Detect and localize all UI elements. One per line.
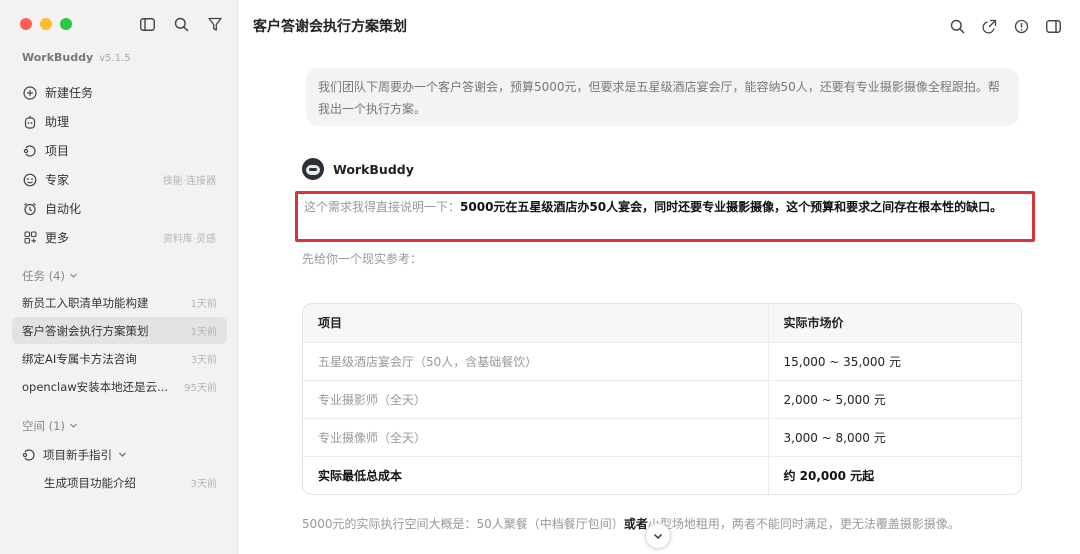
sidebar-toggle-icon[interactable]	[138, 15, 156, 33]
task-item[interactable]: 绑定AI专属卡方法咨询 3天前	[12, 345, 227, 372]
bottom-text-pre: 5000元的实际执行空间大概是：50人聚餐（中档餐厅包间）	[302, 517, 624, 531]
main-panel: 客户答谢会执行方案策划 我们团队下周要办一个客户答谢会，预算5000元，但要求是…	[238, 0, 1080, 554]
space-sub-item[interactable]: 生成项目功能介绍 3天前	[12, 469, 227, 496]
space-header-label: 空间 (1)	[22, 419, 65, 433]
maximize-window-button[interactable]	[60, 18, 72, 30]
table-row: 五星级酒店宴会厅（50人，含基础餐饮） 15,000 ~ 35,000 元	[303, 342, 1021, 381]
menu-item-project[interactable]: 项目	[14, 136, 224, 165]
column-header: 项目	[303, 304, 768, 343]
sidebar: WorkBuddy v5.1.5 新建任务 助理 项目 专家 技能·连接器 自动化…	[0, 0, 238, 554]
brand: WorkBuddy v5.1.5	[22, 51, 131, 64]
menu-item-label: 助理	[45, 115, 70, 129]
brand-name: WorkBuddy	[22, 51, 94, 64]
task-item[interactable]: openclaw安装本地还是云... 95天前	[12, 373, 227, 400]
bottom-text-bold: 或者	[623, 517, 648, 531]
highlighted-reply: 这个需求我得直接说明一下：5000元在五星级酒店办50人宴会，同时还要专业摄影摄…	[295, 191, 1035, 242]
chevron-down-icon	[69, 269, 78, 283]
space-item[interactable]: 项目新手指引	[12, 441, 227, 468]
space-item-name: 项目新手指引	[43, 447, 112, 462]
table-row: 专业摄像师（全天） 3,000 ~ 8,000 元	[303, 418, 1021, 457]
task-date: 1天前	[190, 327, 217, 338]
task-item[interactable]: 新员工入职清单功能构建 1天前	[12, 289, 227, 316]
task-date: 3天前	[190, 355, 217, 366]
chevron-down-icon	[69, 419, 78, 433]
bot-header: WorkBuddy	[302, 158, 414, 180]
cost-table: 项目 实际市场价 五星级酒店宴会厅（50人，含基础餐饮） 15,000 ~ 35…	[302, 303, 1022, 495]
bot-name: WorkBuddy	[333, 161, 414, 177]
user-message-bubble: 我们团队下周要办一个客户答谢会，预算5000元，但要求是五星级酒店宴会厅，能容纳…	[306, 68, 1019, 126]
tasks-section-header[interactable]: 任务 (4)	[22, 268, 78, 284]
sidebar-toolbar	[138, 15, 224, 33]
scroll-down-button[interactable]	[645, 523, 671, 549]
reference-line: 先给你一个现实参考：	[302, 252, 423, 266]
space-sub-item-date: 3天前	[190, 479, 217, 490]
tasks-header-label: 任务 (4)	[22, 269, 65, 283]
panel-toggle-icon[interactable]	[1044, 17, 1062, 35]
menu-item-automation[interactable]: 自动化	[14, 194, 224, 223]
chevron-down-icon	[118, 450, 127, 459]
task-name: openclaw安装本地还是云...	[22, 379, 169, 394]
top-toolbar	[948, 17, 1062, 35]
expert-icon	[22, 172, 38, 188]
table-cell: 实际最低总成本	[318, 468, 403, 483]
info-icon[interactable]	[1012, 17, 1030, 35]
space-section-header[interactable]: 空间 (1)	[22, 418, 78, 434]
table-cell: 15,000 ~ 35,000 元	[767, 342, 1021, 381]
space-sub-item-name: 生成项目功能介绍	[44, 475, 136, 490]
alarm-icon	[22, 201, 38, 217]
bot-avatar	[302, 158, 324, 180]
menu-item-label: 自动化	[45, 202, 82, 216]
title-bar: 客户答谢会执行方案策划	[238, 0, 1080, 52]
task-name: 新员工入职清单功能构建	[22, 295, 149, 310]
menu-item-label: 专家	[45, 173, 70, 187]
plus-circle-icon	[22, 85, 38, 101]
menu-item-hint: 技能·连接器	[162, 176, 216, 187]
menu-item-hint: 资料库·灵感	[162, 234, 216, 245]
task-list: 新员工入职清单功能构建 1天前 客户答谢会执行方案策划 1天前 绑定AI专属卡方…	[12, 289, 227, 401]
menu-item-more[interactable]: 更多 资料库·灵感	[14, 223, 224, 252]
table-cell: 3,000 ~ 8,000 元	[767, 418, 1021, 457]
menu-item-expert[interactable]: 专家 技能·连接器	[14, 165, 224, 194]
close-window-button[interactable]	[20, 18, 32, 30]
project-icon	[22, 448, 36, 462]
search-icon[interactable]	[172, 15, 190, 33]
task-item-active[interactable]: 客户答谢会执行方案策划 1天前	[12, 317, 227, 344]
bottom-text: 5000元的实际执行空间大概是：50人聚餐（中档餐厅包间）或者小型场地租用，两者…	[302, 515, 960, 532]
table-cell: 专业摄像师（全天）	[303, 418, 768, 457]
space-list: 项目新手指引 生成项目功能介绍 3天前	[12, 441, 227, 497]
menu-item-new-task[interactable]: 新建任务	[14, 78, 224, 107]
task-name: 客户答谢会执行方案策划	[22, 323, 149, 338]
filter-icon[interactable]	[206, 15, 224, 33]
table-header-row: 项目 实际市场价	[303, 304, 1021, 343]
bottom-text-post: 小型场地租用，两者不能同时满足，更无法覆盖摄影摄像。	[647, 517, 960, 531]
table-cell: 五星级酒店宴会厅（50人，含基础餐饮）	[303, 342, 768, 381]
reply-bold: 5000元在五星级酒店办50人宴会，同时还要专业摄影摄像，这个预算和要求之间存在…	[460, 200, 1003, 214]
menu-item-label: 项目	[45, 144, 70, 158]
sidebar-menu: 新建任务 助理 项目 专家 技能·连接器 自动化 更多 资料库·灵感	[14, 78, 224, 252]
task-date: 95天前	[184, 383, 217, 394]
version-label: v5.1.5	[99, 53, 131, 64]
reply-intro: 这个需求我得直接说明一下：	[304, 200, 461, 214]
table-cell: 专业摄影师（全天）	[303, 380, 768, 419]
page-title: 客户答谢会执行方案策划	[253, 19, 407, 35]
table-row: 专业摄影师（全天） 2,000 ~ 5,000 元	[303, 380, 1021, 419]
menu-item-label: 新建任务	[45, 86, 94, 100]
window-controls	[20, 18, 72, 30]
table-total-row: 实际最低总成本 约 20,000 元起	[303, 456, 1021, 494]
grid-icon	[22, 230, 38, 246]
chevron-down-icon	[652, 530, 664, 542]
share-icon[interactable]	[980, 17, 998, 35]
task-date: 1天前	[190, 299, 217, 310]
search-icon[interactable]	[948, 17, 966, 35]
project-icon	[22, 143, 38, 159]
assistant-icon	[22, 114, 38, 130]
column-header: 实际市场价	[767, 304, 1021, 343]
task-name: 绑定AI专属卡方法咨询	[22, 351, 137, 366]
table-cell: 2,000 ~ 5,000 元	[767, 380, 1021, 419]
menu-item-assistant[interactable]: 助理	[14, 107, 224, 136]
menu-item-label: 更多	[45, 231, 70, 245]
table-cell: 约 20,000 元起	[767, 456, 1021, 494]
minimize-window-button[interactable]	[40, 18, 52, 30]
